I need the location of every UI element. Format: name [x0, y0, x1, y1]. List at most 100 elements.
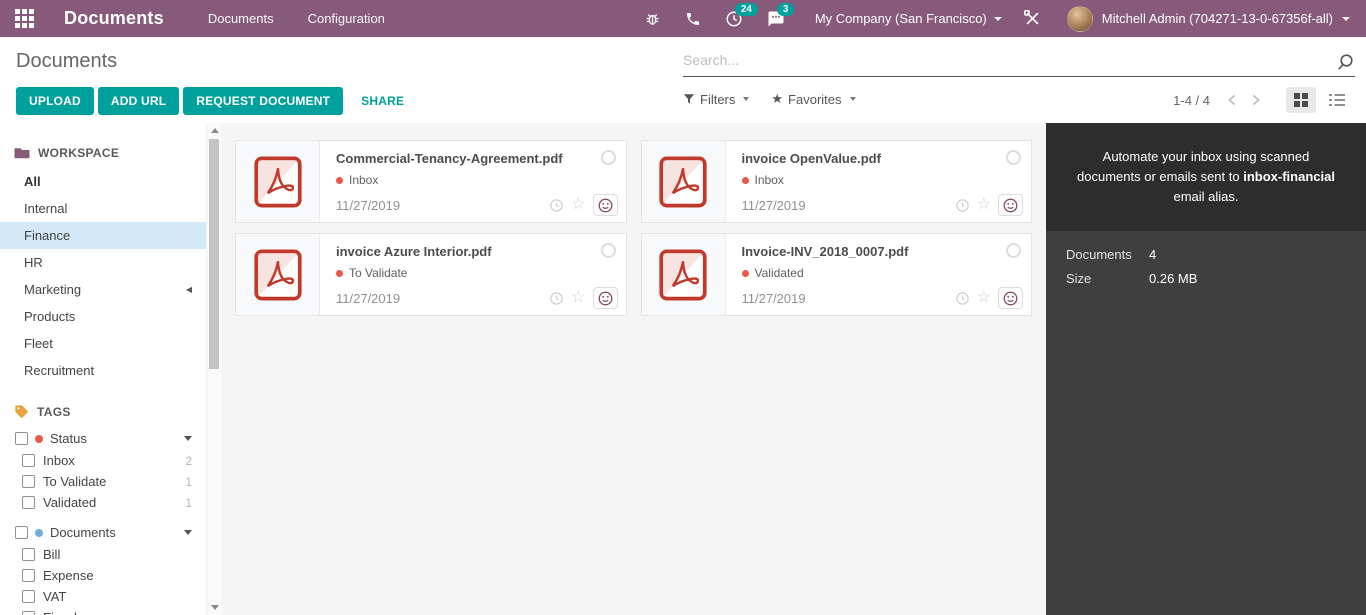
checkbox[interactable]	[22, 548, 35, 561]
tag-icon	[15, 405, 28, 418]
chevron-down-icon[interactable]	[184, 530, 192, 535]
document-card[interactable]: Invoice-INV_2018_0007.pdf Validated 11/2…	[640, 233, 1032, 316]
voip-phone-icon[interactable]	[673, 0, 713, 37]
smiley-icon	[598, 198, 612, 212]
document-thumbnail[interactable]	[236, 234, 320, 315]
activity-clock-icon[interactable]	[549, 291, 564, 306]
tag-fiscal[interactable]: Fiscal	[0, 607, 206, 615]
document-card[interactable]: Commercial-Tenancy-Agreement.pdf Inbox 1…	[235, 140, 627, 223]
favorite-star-icon[interactable]: ☆	[571, 290, 585, 306]
document-thumbnail[interactable]	[641, 141, 726, 222]
document-date: 11/27/2019	[336, 291, 401, 306]
pager-range: 1-4 / 4	[1173, 92, 1210, 108]
document-thumbnail[interactable]	[236, 141, 320, 222]
sidebar-item-fleet[interactable]: Fleet	[0, 330, 206, 357]
document-date: 11/27/2019	[741, 198, 806, 213]
list-view-button[interactable]	[1322, 87, 1352, 113]
debug-bug-icon[interactable]	[632, 0, 673, 37]
document-thumbnail[interactable]	[641, 234, 726, 315]
document-tag: Inbox	[336, 173, 612, 187]
document-date: 11/27/2019	[741, 291, 806, 306]
activities-tray[interactable]: 24	[713, 0, 758, 37]
filters-label: Filters	[700, 91, 736, 107]
chevron-down-icon[interactable]	[184, 436, 192, 441]
sidebar-item-products[interactable]: Products	[0, 303, 206, 330]
tag-group-documents[interactable]: Documents	[0, 521, 206, 544]
app-brand[interactable]: Documents	[64, 8, 164, 29]
activity-clock-icon[interactable]	[955, 291, 970, 306]
sidebar-item-hr[interactable]: HR	[0, 249, 206, 276]
select-circle[interactable]	[600, 150, 616, 165]
tag-vat[interactable]: VAT	[0, 586, 206, 607]
checkbox[interactable]	[15, 526, 28, 539]
menu-configuration[interactable]: Configuration	[308, 11, 385, 26]
select-circle[interactable]	[600, 243, 616, 258]
favorite-star-icon[interactable]: ☆	[571, 197, 585, 213]
tag-expense[interactable]: Expense	[0, 565, 206, 586]
sidebar-item-all[interactable]: All	[0, 168, 206, 195]
sidebar-item-finance[interactable]: Finance	[0, 222, 206, 249]
search-icon[interactable]	[1336, 53, 1355, 72]
messages-tray[interactable]: 3	[755, 0, 797, 37]
kanban-grid-icon	[1294, 93, 1308, 107]
owner-avatar-button[interactable]	[592, 287, 618, 309]
funnel-icon	[683, 94, 695, 104]
pdf-file-icon	[253, 249, 302, 300]
sidebar-item-recruitment[interactable]: Recruitment	[0, 357, 206, 384]
document-card[interactable]: invoice OpenValue.pdf Inbox 11/27/2019 ☆	[640, 140, 1032, 223]
scrollbar-thumb[interactable]	[209, 139, 219, 369]
tag-validated[interactable]: Validated 1	[0, 492, 206, 513]
document-card[interactable]: invoice Azure Interior.pdf To Validate 1…	[235, 233, 627, 316]
activity-clock-icon[interactable]	[549, 198, 564, 213]
upload-button[interactable]: UPLOAD	[16, 87, 94, 115]
owner-avatar-button[interactable]	[592, 194, 618, 216]
pager-previous-icon[interactable]	[1224, 91, 1240, 109]
pager-next-icon[interactable]	[1248, 91, 1264, 109]
developer-tools[interactable]	[1012, 0, 1053, 37]
favorite-star-icon[interactable]: ☆	[977, 197, 991, 213]
sidebar-item-internal[interactable]: Internal	[0, 195, 206, 222]
card-main: invoice Azure Interior.pdf To Validate 1…	[320, 234, 626, 315]
checkbox[interactable]	[22, 590, 35, 603]
favorite-star-icon[interactable]: ☆	[977, 290, 991, 306]
user-menu[interactable]: Mitchell Admin (704271-13-0-67356f-all)	[1053, 5, 1366, 32]
select-circle[interactable]	[1006, 243, 1021, 258]
favorites-dropdown[interactable]: ★ Favorites	[771, 91, 856, 107]
apps-menu-icon[interactable]	[0, 0, 48, 37]
owner-avatar-button[interactable]	[998, 287, 1023, 309]
add-url-button[interactable]: ADD URL	[97, 87, 180, 115]
tag-to-validate[interactable]: To Validate 1	[0, 471, 206, 492]
activity-clock-icon[interactable]	[955, 198, 970, 213]
kanban-view-button[interactable]	[1286, 87, 1316, 113]
checkbox[interactable]	[22, 611, 35, 615]
checkbox[interactable]	[22, 454, 35, 467]
menu-documents[interactable]: Documents	[208, 11, 274, 26]
email-alias: inbox-financial	[1243, 169, 1335, 185]
checkbox[interactable]	[15, 432, 28, 445]
search-bar	[683, 47, 1355, 77]
collapse-left-icon[interactable]: ◀	[186, 281, 192, 298]
inspector-panel: Automate your inbox using scanned docume…	[1046, 123, 1366, 615]
user-avatar	[1066, 5, 1093, 32]
owner-avatar-button[interactable]	[998, 194, 1023, 216]
select-circle[interactable]	[1006, 150, 1021, 165]
document-date: 11/27/2019	[336, 198, 401, 213]
control-panel: Documents UPLOAD ADD URL REQUEST DOCUMEN…	[0, 37, 1366, 123]
search-input[interactable]	[683, 47, 1355, 73]
share-button[interactable]: SHARE	[361, 94, 404, 108]
checkbox[interactable]	[22, 475, 35, 488]
pdf-file-icon	[659, 156, 707, 207]
sidebar-scrollbar[interactable]	[206, 123, 221, 615]
chevron-down-icon	[849, 97, 856, 101]
tag-group-status[interactable]: Status	[0, 427, 206, 450]
checkbox[interactable]	[22, 496, 35, 509]
tag-inbox[interactable]: Inbox 2	[0, 450, 206, 471]
company-switcher[interactable]: My Company (San Francisco)	[797, 11, 1012, 26]
scroll-up-icon[interactable]	[210, 128, 219, 133]
tag-bill[interactable]: Bill	[0, 544, 206, 565]
filters-dropdown[interactable]: Filters	[683, 91, 750, 107]
checkbox[interactable]	[22, 569, 35, 582]
scroll-down-icon[interactable]	[210, 605, 219, 610]
request-document-button[interactable]: REQUEST DOCUMENT	[183, 87, 344, 115]
sidebar-item-marketing[interactable]: Marketing ◀	[0, 276, 206, 303]
